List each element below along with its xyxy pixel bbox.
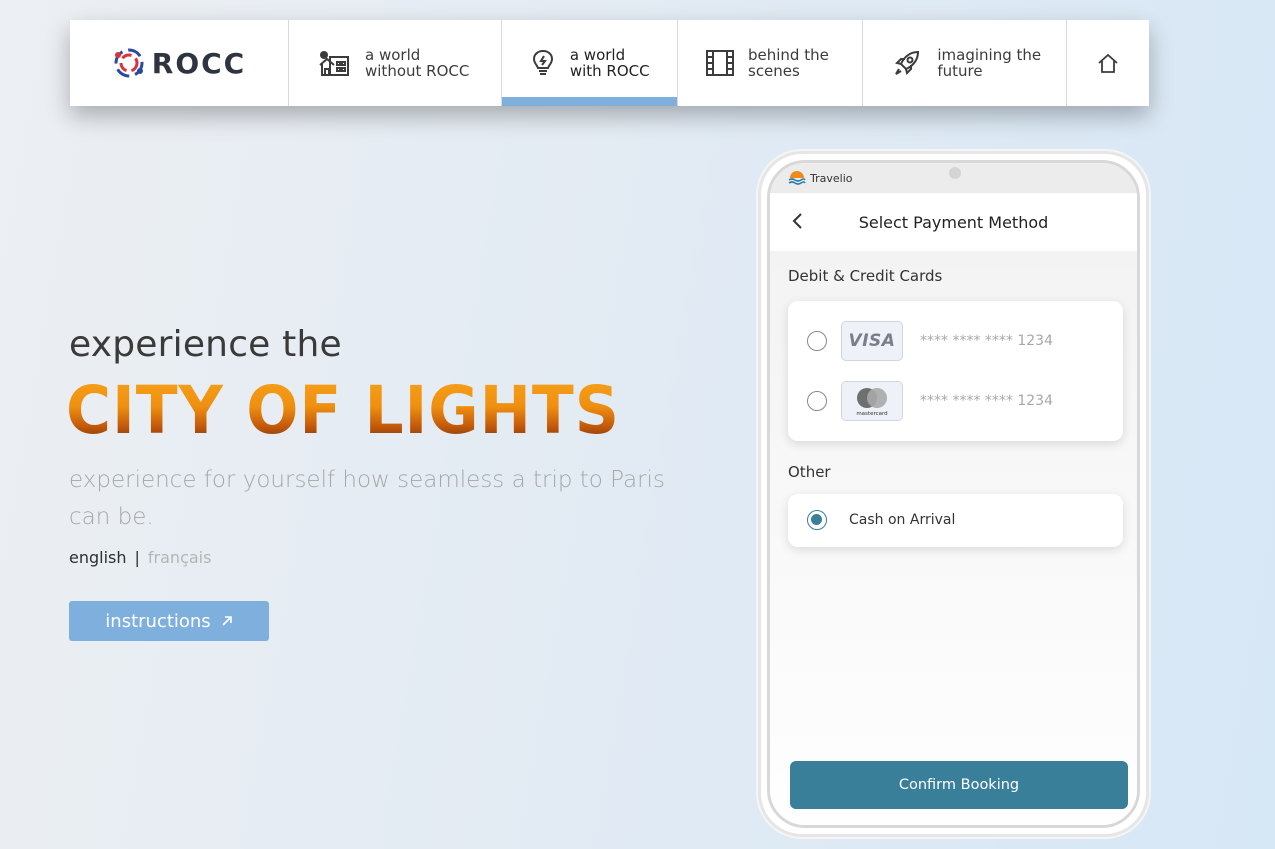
- nav-item-behind-the-scenes[interactable]: behind the scenes: [678, 20, 863, 106]
- debit-credit-label: Debit & Credit Cards: [788, 267, 943, 285]
- visa-card-number: **** **** **** 1234: [920, 333, 1053, 349]
- phone-mockup: Travelio Select Payment Method Debit & C…: [758, 151, 1149, 837]
- home-icon: [1098, 53, 1118, 73]
- mastercard-radio[interactable]: [807, 391, 827, 411]
- hero-title: CITY OF LIGHTS: [66, 372, 620, 449]
- nav-item-label: a world with ROCC: [569, 46, 650, 80]
- rocket-icon: [891, 46, 923, 80]
- card-option-visa[interactable]: VISA **** **** **** 1234: [788, 321, 1123, 361]
- camera-dot: [949, 167, 961, 179]
- nav-item-label: imagining the future: [937, 46, 1042, 80]
- nav-item-world-without-rocc[interactable]: a world without ROCC: [289, 20, 502, 106]
- payment-title: Select Payment Method: [858, 212, 1049, 232]
- language-separator: |: [134, 548, 140, 567]
- payment-header: Select Payment Method: [770, 193, 1137, 251]
- language-french-link[interactable]: français: [148, 548, 212, 567]
- instructions-label: instructions: [105, 610, 211, 632]
- hero-subtitle: experience the: [69, 324, 342, 365]
- phone-screen: Travelio Select Payment Method Debit & C…: [767, 160, 1140, 828]
- house-question-icon: [317, 46, 351, 80]
- hero-description: experience for yourself how seamless a t…: [69, 467, 665, 530]
- cash-radio[interactable]: [807, 510, 827, 530]
- cash-option[interactable]: Cash on Arrival: [788, 494, 1123, 547]
- rocc-logo[interactable]: ROCC: [70, 20, 289, 106]
- instructions-button[interactable]: instructions: [69, 601, 269, 641]
- visa-logo-text: VISA: [848, 331, 896, 351]
- cards-list: VISA **** **** **** 1234 mastercard ****…: [788, 301, 1123, 441]
- mastercard-card-number: **** **** **** 1234: [920, 393, 1053, 409]
- nav-item-imagining-the-future[interactable]: imagining the future: [863, 20, 1067, 106]
- lightbulb-icon: [530, 46, 556, 80]
- rocc-logo-icon: [114, 48, 144, 78]
- nav-item-label: behind the scenes: [748, 46, 829, 80]
- language-switcher: english | français: [69, 548, 211, 567]
- film-icon: [706, 46, 734, 80]
- back-chevron-icon[interactable]: [788, 211, 808, 231]
- visa-logo: VISA: [841, 321, 903, 361]
- cash-on-arrival-row[interactable]: Cash on Arrival: [788, 500, 1123, 540]
- svg-text:mastercard: mastercard: [856, 411, 887, 417]
- visa-radio[interactable]: [807, 331, 827, 351]
- brand-name: ROCC: [151, 46, 247, 80]
- home-button[interactable]: [1067, 20, 1149, 106]
- confirm-booking-button[interactable]: Confirm Booking: [790, 761, 1128, 809]
- nav-item-world-with-rocc[interactable]: a world with ROCC: [502, 20, 678, 106]
- app-name: Travelio: [810, 171, 853, 185]
- app-status-bar: Travelio: [770, 163, 1137, 193]
- nav-item-label: a world without ROCC: [365, 46, 470, 80]
- top-navigation: ROCC a world without ROCC a world with R…: [70, 20, 1149, 106]
- language-english-link[interactable]: english: [69, 548, 127, 567]
- other-label: Other: [788, 463, 831, 481]
- travelio-logo-icon: [788, 171, 806, 185]
- payment-body: Debit & Credit Cards VISA **** **** ****…: [770, 251, 1137, 825]
- arrow-up-right-icon: [222, 616, 232, 626]
- cash-on-arrival-label: Cash on Arrival: [849, 512, 956, 528]
- mastercard-logo: mastercard: [841, 381, 903, 421]
- card-option-mastercard[interactable]: mastercard **** **** **** 1234: [788, 381, 1123, 421]
